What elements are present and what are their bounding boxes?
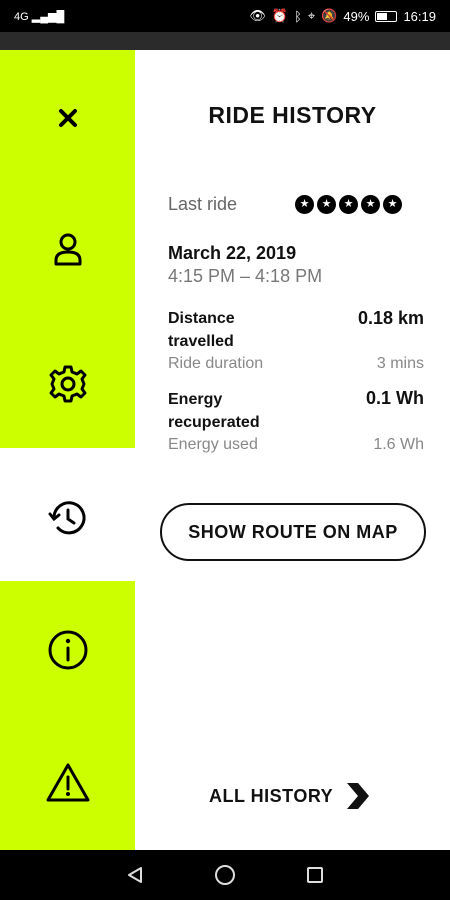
star-icon: ★: [317, 195, 336, 214]
energy-used-label: Energy used: [168, 436, 258, 453]
status-right: 👁 ⏰ ᛒ ⌖ 🔕 49% 16:19: [249, 8, 436, 24]
clock: 16:19: [403, 8, 436, 24]
location-icon: ⌖: [307, 8, 316, 23]
battery-percent: 49%: [343, 8, 370, 24]
duration-label: Ride duration: [168, 355, 264, 372]
settings-icon[interactable]: [40, 356, 95, 411]
sidebar: [0, 50, 135, 850]
history-icon[interactable]: [40, 490, 95, 545]
show-route-button[interactable]: SHOW ROUTE ON MAP: [160, 503, 426, 561]
eye-icon: 👁: [249, 8, 266, 23]
rating-stars: ★ ★ ★ ★ ★: [295, 195, 402, 214]
star-icon: ★: [383, 195, 402, 214]
app-top-bar: [0, 32, 450, 50]
battery-icon: [375, 10, 398, 22]
ride-time-range: 4:15 PM – 4:18 PM: [168, 266, 323, 286]
distance-value: 0.18 km: [357, 308, 424, 328]
recents-icon[interactable]: [301, 861, 329, 889]
all-history-link[interactable]: ALL HISTORY: [209, 783, 370, 809]
signal-icon: 4G ▂▄▆█: [14, 10, 65, 23]
alarm-icon: ⏰: [271, 8, 289, 23]
duration-value: 3 mins: [376, 355, 424, 372]
bluetooth-icon: ᛒ: [294, 8, 302, 24]
energy-recuperated-value: 0.1 Wh: [365, 388, 424, 408]
distance-label: Distance travelled: [168, 310, 235, 350]
energy-recuperated-label: Energy recuperated: [168, 391, 260, 431]
last-ride-label: Last ride: [168, 194, 238, 214]
star-icon: ★: [339, 195, 358, 214]
system-nav-bar: [0, 850, 450, 900]
star-icon: ★: [295, 195, 314, 214]
ride-date: March 22, 2019: [168, 243, 297, 263]
warning-icon[interactable]: [40, 755, 95, 810]
chevron-right-icon: [347, 783, 370, 809]
close-icon[interactable]: [40, 90, 95, 145]
status-bar: 4G ▂▄▆█ 👁 ⏰ ᛒ ⌖ 🔕 49% 16:19: [0, 0, 450, 32]
info-icon[interactable]: [40, 622, 95, 677]
energy-used-value: 1.6 Wh: [373, 436, 424, 453]
page-title: RIDE HISTORY: [208, 102, 377, 128]
mute-icon: 🔕: [321, 8, 338, 23]
network-type: 4G: [14, 10, 29, 23]
profile-icon[interactable]: [40, 222, 95, 277]
ride-history-panel: RIDE HISTORY Last ride ★ ★ ★ ★ ★ March 2…: [135, 50, 450, 850]
home-icon[interactable]: [211, 861, 239, 889]
all-history-label: ALL HISTORY: [209, 785, 334, 806]
star-icon: ★: [361, 195, 380, 214]
back-icon[interactable]: [121, 861, 149, 889]
